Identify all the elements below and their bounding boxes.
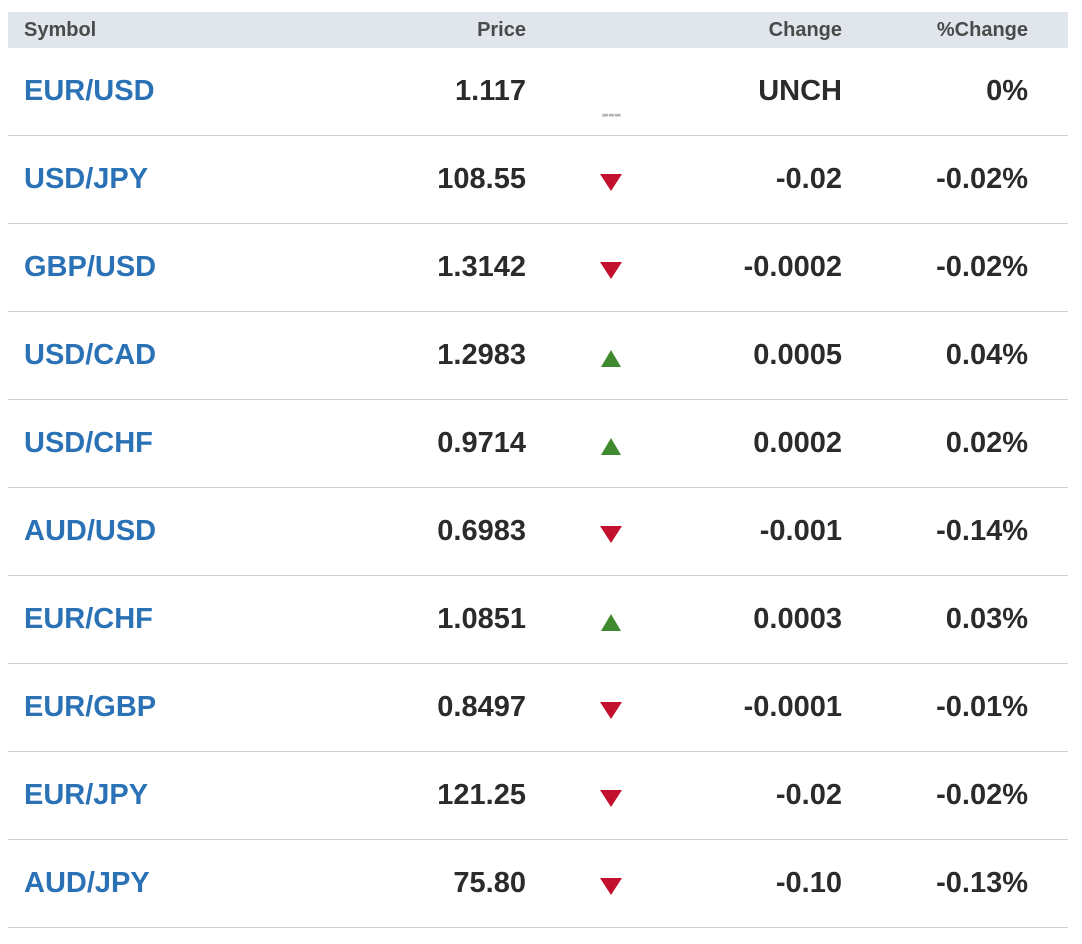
- change-cell: -0.10: [775, 867, 842, 899]
- direction-cell: [526, 840, 696, 927]
- up-arrow-icon: [601, 438, 621, 455]
- direction-cell: [526, 488, 696, 575]
- price-cell: 1.117: [455, 75, 526, 107]
- symbol-cell: AUD/USD: [8, 515, 308, 548]
- direction-cell: [526, 224, 696, 311]
- column-header-pct-change[interactable]: %Change: [842, 19, 1048, 42]
- pct-change-cell: 0.02%: [945, 427, 1028, 459]
- symbol-link[interactable]: AUD/USD: [24, 515, 156, 547]
- change-cell: -0.0002: [743, 251, 842, 283]
- symbol-cell: EUR/CHF: [8, 603, 308, 636]
- symbol-link[interactable]: USD/CAD: [24, 339, 156, 371]
- price-cell: 1.0851: [437, 603, 526, 635]
- down-arrow-icon: [600, 526, 622, 543]
- symbol-cell: USD/CHF: [8, 427, 308, 460]
- symbol-link[interactable]: GBP/USD: [24, 251, 156, 283]
- symbol-cell: GBP/USD: [8, 251, 308, 284]
- change-cell: -0.001: [759, 515, 842, 547]
- symbol-link[interactable]: EUR/CHF: [24, 603, 153, 635]
- pct-change-cell: -0.02%: [936, 779, 1028, 811]
- change-cell: -0.02: [775, 779, 842, 811]
- change-cell: UNCH: [758, 75, 842, 107]
- column-header-symbol[interactable]: Symbol: [8, 19, 308, 42]
- price-cell: 0.6983: [437, 515, 526, 547]
- symbol-cell: USD/CAD: [8, 339, 308, 372]
- price-cell: 0.8497: [437, 691, 526, 723]
- price-cell: 1.3142: [437, 251, 526, 283]
- pct-change-cell: -0.02%: [936, 251, 1028, 283]
- currency-quotes-table: Symbol Price Change %Change EUR/USD 1.117…: [8, 12, 1068, 928]
- column-header-change[interactable]: Change: [696, 19, 842, 42]
- price-cell: 121.25: [437, 779, 526, 811]
- symbol-cell: EUR/USD: [8, 75, 308, 108]
- table-row: EUR/GBP 0.8497 -0.0001 -0.01%: [8, 664, 1068, 752]
- symbol-cell: EUR/JPY: [8, 779, 308, 812]
- pct-change-cell: -0.14%: [936, 515, 1028, 547]
- symbol-link[interactable]: EUR/USD: [24, 75, 155, 107]
- down-arrow-icon: [600, 174, 622, 191]
- price-cell: 75.80: [453, 867, 526, 899]
- pct-change-cell: 0.03%: [945, 603, 1028, 635]
- column-header-direction: [526, 12, 696, 48]
- table-row: EUR/JPY 121.25 -0.02 -0.02%: [8, 752, 1068, 840]
- change-cell: 0.0002: [753, 427, 842, 459]
- change-cell: -0.0001: [743, 691, 842, 723]
- symbol-cell: EUR/GBP: [8, 691, 308, 724]
- direction-cell: [526, 752, 696, 839]
- down-arrow-icon: [600, 702, 622, 719]
- direction-cell: [526, 576, 696, 663]
- symbol-link[interactable]: AUD/JPY: [24, 867, 150, 899]
- down-arrow-icon: [600, 878, 622, 895]
- pct-change-cell: -0.13%: [936, 867, 1028, 899]
- table-row: AUD/JPY 75.80 -0.10 -0.13%: [8, 840, 1068, 928]
- up-arrow-icon: [601, 350, 621, 367]
- symbol-cell: AUD/JPY: [8, 867, 308, 900]
- table-row: EUR/CHF 1.0851 0.0003 0.03%: [8, 576, 1068, 664]
- down-arrow-icon: [600, 262, 622, 279]
- table-row: GBP/USD 1.3142 -0.0002 -0.02%: [8, 224, 1068, 312]
- direction-cell: [526, 136, 696, 223]
- direction-cell: [526, 400, 696, 487]
- pct-change-cell: 0%: [986, 75, 1028, 107]
- direction-cell: [526, 664, 696, 751]
- symbol-link[interactable]: USD/JPY: [24, 163, 148, 195]
- price-cell: 0.9714: [437, 427, 526, 459]
- change-cell: 0.0005: [753, 339, 842, 371]
- column-header-price[interactable]: Price: [308, 19, 526, 42]
- change-cell: -0.02: [775, 163, 842, 195]
- table-body: EUR/USD 1.117 --- UNCH 0% USD/JPY 108.55 -0.02 -…: [8, 48, 1068, 928]
- table-row: EUR/USD 1.117 --- UNCH 0%: [8, 48, 1068, 136]
- pct-change-cell: -0.02%: [936, 163, 1028, 195]
- symbol-link[interactable]: EUR/GBP: [24, 691, 156, 723]
- table-row: AUD/USD 0.6983 -0.001 -0.14%: [8, 488, 1068, 576]
- price-cell: 1.2983: [437, 339, 526, 371]
- unchanged-dash-icon: ---: [601, 100, 622, 126]
- symbol-link[interactable]: USD/CHF: [24, 427, 153, 459]
- table-header: Symbol Price Change %Change: [8, 12, 1068, 48]
- table-row: USD/CAD 1.2983 0.0005 0.04%: [8, 312, 1068, 400]
- table-row: USD/CHF 0.9714 0.0002 0.02%: [8, 400, 1068, 488]
- table-row: USD/JPY 108.55 -0.02 -0.02%: [8, 136, 1068, 224]
- up-arrow-icon: [601, 614, 621, 631]
- pct-change-cell: 0.04%: [945, 339, 1028, 371]
- change-cell: 0.0003: [753, 603, 842, 635]
- price-cell: 108.55: [437, 163, 526, 195]
- pct-change-cell: -0.01%: [936, 691, 1028, 723]
- direction-cell: [526, 312, 696, 399]
- symbol-link[interactable]: EUR/JPY: [24, 779, 148, 811]
- direction-cell: ---: [526, 48, 696, 135]
- down-arrow-icon: [600, 790, 622, 807]
- symbol-cell: USD/JPY: [8, 163, 308, 196]
